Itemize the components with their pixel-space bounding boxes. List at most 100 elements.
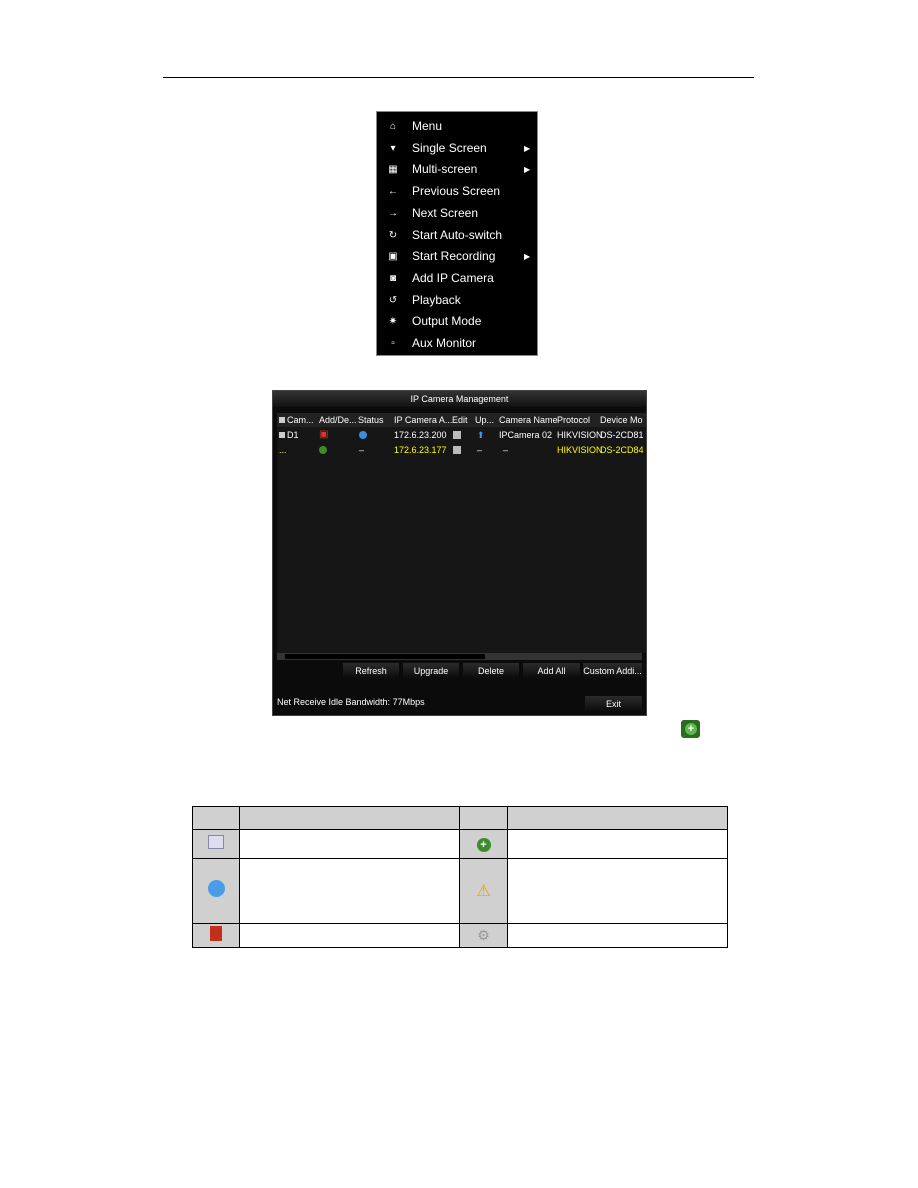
menu-item[interactable]: ▫ Aux Monitor [377, 333, 537, 354]
context-menu: ⌂ Menu ▾ Single Screen ▶ ▦ Multi-screen ▶ ← Previ… [376, 111, 538, 356]
upgrade: – [477, 445, 483, 455]
column-header-label: IP Camera A... [394, 415, 453, 425]
menu-item[interactable]: ↺ Playback [377, 290, 537, 311]
ip-camera-management-window: IP Camera Management Cam... Add/De... Stat… [272, 390, 647, 716]
column-header[interactable]: Camera Name [499, 413, 558, 427]
warning-icon: ⚠ [476, 883, 491, 900]
edit-icon[interactable] [453, 431, 461, 439]
column-header-label: Up... [475, 415, 495, 425]
menu-item[interactable]: ↻ Start Auto-switch [377, 225, 537, 246]
edit-icon[interactable] [453, 446, 461, 454]
menu-item-label: Output Mode [412, 314, 482, 329]
exit-button[interactable]: Exit [585, 696, 642, 712]
column-header[interactable]: Protocol [557, 413, 590, 427]
status: – [359, 445, 365, 455]
menu-item-label: Start Auto-switch [412, 227, 503, 242]
submenu-arrow-icon: ▶ [524, 165, 531, 175]
column-header-label: Protocol [557, 415, 591, 425]
menu-item[interactable]: ← Previous Screen [377, 181, 537, 202]
menu-item[interactable]: ▦ Multi-screen ▶ [377, 159, 537, 180]
add-all-button[interactable]: Add All [523, 663, 580, 679]
delete-icon [210, 925, 222, 941]
advanced-settings-icon: ⚙ [477, 926, 490, 943]
add-icon[interactable] [319, 446, 327, 454]
ip-address: 172.6.23.177 [394, 445, 447, 455]
page: ⌂ Menu ▾ Single Screen ▶ ▦ Multi-screen ▶ ← Previ… [0, 0, 918, 1188]
menu-item-label: Menu [412, 119, 443, 133]
menu-item[interactable]: ⌂ Menu [377, 116, 537, 137]
column-header[interactable]: Device Mo [600, 413, 646, 427]
scrollbar-thumb[interactable] [285, 654, 485, 659]
protocol: HIKVISION [557, 430, 603, 440]
camera-list: Cam... Add/De... Status IP Camera A... Edit U… [277, 413, 646, 653]
submenu-arrow-icon: ▶ [524, 143, 531, 153]
status-icon [207, 880, 225, 897]
camera-name: IPCamera 02 [499, 430, 553, 440]
refresh-icon: ↻ [388, 229, 398, 241]
home-icon: ⌂ [389, 121, 397, 132]
arrow-right-icon: → [388, 207, 398, 219]
checkbox[interactable] [279, 432, 285, 438]
column-header-label: Device Mo [600, 415, 643, 425]
window-title: IP Camera Management [273, 391, 646, 407]
camera-name: – [503, 445, 509, 455]
edit-icon [208, 834, 224, 849]
select-all-checkbox[interactable] [279, 417, 285, 423]
column-header[interactable]: Up... [475, 413, 494, 427]
device-model: DS-2CD84 [600, 445, 644, 455]
cam-no: ... [279, 445, 287, 455]
icon-legend-table: + ⚠ ⚙ [192, 806, 728, 948]
menu-item-label: Aux Monitor [412, 336, 477, 350]
aux-monitor-icon: ▫ [391, 338, 395, 349]
menu-item[interactable]: → Next Screen [377, 203, 537, 224]
column-header[interactable]: Cam... [279, 413, 314, 427]
menu-item-label: Next Screen [412, 205, 479, 220]
multi-screen-icon: ▦ [388, 164, 398, 176]
delete-icon[interactable]: ▣ [319, 428, 328, 442]
add-icon: + [681, 720, 700, 738]
column-header[interactable]: Edit [452, 413, 468, 427]
header-rule [163, 77, 754, 78]
menu-item-label: Add IP Camera [412, 270, 494, 285]
menu-item[interactable]: ✷ Output Mode [377, 311, 537, 332]
column-header-label: Status [358, 415, 384, 425]
ip-address: 172.6.23.200 [394, 430, 447, 440]
submenu-arrow-icon: ▶ [524, 252, 531, 262]
column-header[interactable]: Add/De... [319, 413, 357, 427]
output-icon: ✷ [388, 316, 398, 328]
column-header-label: Add/De... [319, 415, 357, 425]
playback-icon: ↺ [388, 294, 398, 306]
menu-item[interactable]: ◙ Add IP Camera [377, 268, 537, 289]
cam-no: D1 [287, 430, 299, 440]
horizontal-scrollbar[interactable] [277, 653, 642, 660]
camera-icon: ▾ [390, 142, 396, 154]
column-header-label: Cam... [287, 415, 314, 425]
delete-button[interactable]: Delete [463, 663, 519, 679]
menu-item[interactable]: ▣ Start Recording ▶ [377, 246, 537, 267]
device-model: DS-2CD81 [600, 430, 644, 440]
arrow-left-icon: ← [388, 186, 398, 198]
menu-item-label: Single Screen [412, 140, 487, 155]
column-header-label: Camera Name [499, 415, 558, 425]
add-camera-icon: ◙ [389, 272, 397, 284]
menu-item-label: Previous Screen [412, 184, 501, 199]
status-icon [359, 431, 367, 439]
table-row[interactable]: ... – 172.6.23.177 – – HIKVISION DS-2CD8… [277, 443, 646, 457]
refresh-button[interactable]: Refresh [343, 663, 399, 679]
protocol: HIKVISION [557, 445, 603, 455]
record-icon: ▣ [388, 251, 398, 263]
custom-addi-button[interactable]: Custom Addi... [583, 663, 642, 679]
menu-item-label: Start Recording [412, 249, 496, 264]
upgrade-icon[interactable]: ⬆ [477, 428, 485, 442]
add-icon: + [476, 838, 491, 852]
upgrade-button[interactable]: Upgrade [403, 663, 459, 679]
table-row[interactable]: D1 ▣ 172.6.23.200 ⬆ IPCamera 02 HIKVISIO… [277, 428, 646, 442]
column-header[interactable]: IP Camera A... [394, 413, 452, 427]
list-header: Cam... Add/De... Status IP Camera A... Edit U… [277, 413, 646, 427]
column-header[interactable]: Status [358, 413, 384, 427]
bandwidth-status: Net Receive Idle Bandwidth: 77Mbps [277, 697, 425, 707]
menu-item-label: Playback [412, 292, 461, 307]
column-header-label: Edit [452, 415, 468, 425]
menu-item[interactable]: ▾ Single Screen ▶ [377, 138, 537, 159]
menu-item-label: Multi-screen [412, 162, 478, 177]
